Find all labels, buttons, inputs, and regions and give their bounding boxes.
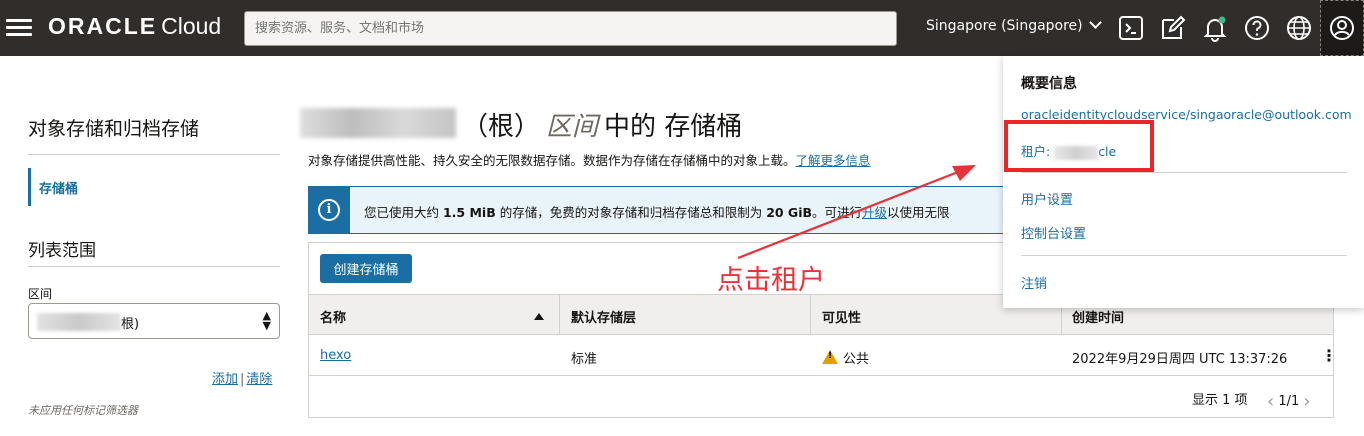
compartment-select[interactable]: 根) ▲ ▼ <box>28 303 280 339</box>
tag-filter-links: 添加 | 清除 <box>212 368 272 387</box>
tag-filter-note: 未应用任何标记筛选器 <box>28 404 138 417</box>
column-divider <box>810 295 811 335</box>
hamburger-menu-icon[interactable] <box>6 16 34 40</box>
profile-button[interactable] <box>1320 0 1364 56</box>
top-bar: ORACLECloud Singapore (Singapore) <box>0 0 1364 56</box>
sidebar-title: 对象存储和归档存储 <box>28 118 200 140</box>
warning-icon: ! <box>822 349 843 367</box>
title-prefix: （根） <box>462 112 541 142</box>
create-bucket-button[interactable]: 创建存储桶 <box>320 254 412 283</box>
redacted-compartment-title <box>300 108 456 138</box>
add-tag-filter-link[interactable]: 添加 <box>212 372 238 387</box>
compartment-label: 区间 <box>28 287 53 301</box>
info-tail: 以使用无限 <box>887 205 950 220</box>
visibility-value: 公共 <box>843 352 870 367</box>
page-title: （根） 区间 中的 存储桶 <box>462 106 742 143</box>
user-settings-link[interactable]: 用户设置 <box>1021 189 1073 208</box>
chevron-down-icon <box>1088 16 1102 29</box>
title-italic: 区间 <box>546 112 599 142</box>
region-label: Singapore (Singapore) <box>926 18 1083 34</box>
sidebar-divider <box>28 154 280 155</box>
info-post: 。可进行 <box>812 205 863 220</box>
sign-out-link[interactable]: 注销 <box>1021 273 1047 292</box>
column-header-visibility[interactable]: 可见性 <box>822 307 861 326</box>
profile-dropdown: 概要信息 oracleidentitycloudservice/singaora… <box>1003 56 1364 308</box>
info-mid: 的存储，免费的对象存储和归档存储总和限制为 <box>495 205 767 220</box>
dropdown-divider <box>1021 172 1347 173</box>
sidebar-divider <box>28 266 280 267</box>
dropdown-divider <box>1021 255 1347 256</box>
oracle-cloud-logo[interactable]: ORACLE Cloud <box>48 13 221 40</box>
column-divider <box>559 295 560 335</box>
redacted-compartment-name <box>37 313 121 331</box>
page-indicator: 1/1 <box>1278 394 1300 409</box>
prev-page-icon[interactable]: ‹ <box>1267 391 1274 412</box>
info-limit: 20 GiB <box>766 205 813 220</box>
link-separator: | <box>240 372 245 387</box>
sort-ascending-icon[interactable] <box>534 313 544 320</box>
table-row: hexo 标准 ! 公共 2022年9月29日周四 UTC 13:37:26 ⋮ <box>309 336 1337 376</box>
bucket-name-link[interactable]: hexo <box>320 348 351 363</box>
visibility-cell: ! 公共 <box>822 348 869 367</box>
annotation-text: 点击租户 <box>717 265 825 296</box>
select-updown-icon: ▲ ▼ <box>262 309 271 332</box>
logo-brand: ORACLE <box>48 13 158 39</box>
list-scope-heading: 列表范围 <box>28 241 96 261</box>
usage-info-banner: i 您已使用大约 1.5 MiB 的存储，免费的对象存储和归档存储总和限制为 2… <box>308 186 1028 234</box>
info-strip: i <box>308 187 350 233</box>
clear-tag-filter-link[interactable]: 清除 <box>246 372 272 387</box>
title-suffix: 中的 存储桶 <box>604 112 743 142</box>
bell-icon[interactable] <box>1201 14 1229 42</box>
row-count: 显示 1 项 <box>1192 393 1248 408</box>
info-used: 1.5 MiB <box>442 205 496 220</box>
description-text: 对象存储提供高性能、持久安全的无限数据存储。数据作为存储在存储桶中的对象上载。 <box>308 153 796 168</box>
learn-more-link[interactable]: 了解更多信息 <box>796 153 871 168</box>
search-input[interactable] <box>244 11 897 46</box>
compartment-value: 根) <box>121 317 140 332</box>
created-cell: 2022年9月29日周四 UTC 13:37:26 <box>1072 352 1288 367</box>
page-description: 对象存储提供高性能、持久安全的无限数据存储。数据作为存储在存储桶中的对象上载。了… <box>308 150 871 169</box>
help-icon[interactable] <box>1243 14 1271 42</box>
column-header-created[interactable]: 创建时间 <box>1072 307 1124 326</box>
usage-info-text: 您已使用大约 1.5 MiB 的存储，免费的对象存储和归档存储总和限制为 20 … <box>364 202 950 221</box>
pagination: ‹ 1/1 › <box>1267 389 1311 412</box>
sidebar-item-buckets[interactable]: 存储桶 <box>28 168 78 206</box>
storage-tier-cell: 标准 <box>571 352 598 367</box>
info-icon: i <box>318 199 340 221</box>
row-actions-kebab-icon[interactable]: ⋮ <box>1321 348 1337 364</box>
profile-dropdown-title: 概要信息 <box>1021 76 1077 92</box>
globe-icon[interactable] <box>1285 14 1313 42</box>
region-selector[interactable]: Singapore (Singapore) <box>926 16 1102 34</box>
cloud-shell-icon[interactable] <box>1117 14 1145 42</box>
column-header-storage-tier[interactable]: 默认存储层 <box>571 307 636 326</box>
info-pre: 您已使用大约 <box>364 205 443 220</box>
edit-icon[interactable] <box>1159 14 1187 42</box>
tenancy-highlight-box <box>1004 120 1154 172</box>
upgrade-link[interactable]: 升级 <box>862 205 887 220</box>
next-page-icon[interactable]: › <box>1303 391 1310 412</box>
console-settings-link[interactable]: 控制台设置 <box>1021 223 1086 242</box>
logo-product: Cloud <box>161 13 222 39</box>
profile-icon <box>1328 14 1356 42</box>
column-header-name[interactable]: 名称 <box>320 307 346 326</box>
